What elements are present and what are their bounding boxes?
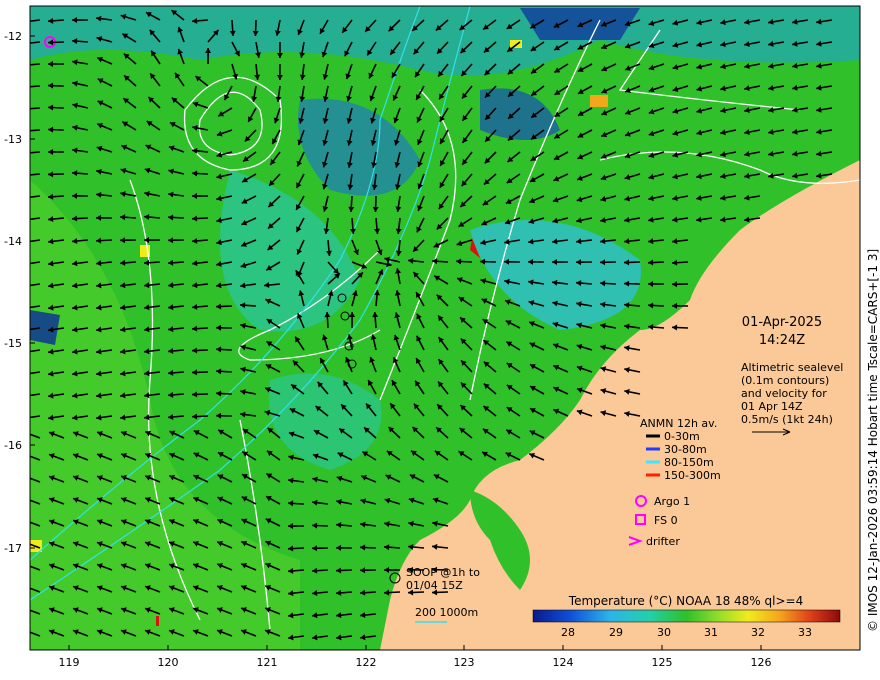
y-tick-label: -12 <box>4 30 22 43</box>
map-time: 14:24Z <box>759 333 805 348</box>
soop-label: SOOP @1h to <box>406 566 480 579</box>
colorbar-tick: 28 <box>561 626 575 639</box>
map-date: 01-Apr-2025 <box>742 315 822 330</box>
info-line: Altimetric sealevel <box>741 361 843 374</box>
legend-title: ANMN 12h av. <box>640 417 717 430</box>
x-tick-label: 124 <box>553 656 574 669</box>
info-line: 01 Apr 14Z <box>741 400 803 413</box>
x-tick-label: 125 <box>652 656 673 669</box>
drifter-label: drifter <box>646 535 680 548</box>
soop-label: 01/04 15Z <box>406 579 463 592</box>
copyright-caption: © IMOS 12-Jan-2026 03:59:14 Hobart time … <box>866 249 880 632</box>
info-line: (0.1m contours) <box>741 374 829 387</box>
y-tick-label: -16 <box>4 439 22 452</box>
y-tick-label: -14 <box>4 235 22 248</box>
y-tick-label: -17 <box>4 542 22 555</box>
x-tick-label: 123 <box>454 656 475 669</box>
fs-label: FS 0 <box>654 514 678 527</box>
info-line: and velocity for <box>741 387 827 400</box>
ocean-map: -12 -13 -14 -15 -16 -17 119 120 121 122 … <box>4 5 880 669</box>
colorbar-tick: 29 <box>609 626 623 639</box>
y-tick-label: -15 <box>4 337 22 350</box>
info-line: 0.5m/s (1kt 24h) <box>741 413 833 426</box>
x-tick-label: 121 <box>257 656 278 669</box>
x-tick-label: 122 <box>356 656 377 669</box>
colorbar-tick: 33 <box>798 626 812 639</box>
legend-label: 80-150m <box>664 456 714 469</box>
colorbar-tick: 32 <box>751 626 765 639</box>
argo-label: Argo 1 <box>654 495 690 508</box>
legend-label: 150-300m <box>664 469 721 482</box>
x-tick-label: 120 <box>158 656 179 669</box>
colorbar-title: Temperature (°C) NOAA 18 48% ql>=4 <box>568 594 803 608</box>
legend-label: 0-30m <box>664 430 700 443</box>
x-tick-label: 119 <box>59 656 80 669</box>
colorbar-tick: 31 <box>704 626 718 639</box>
colorbar-tick: 30 <box>657 626 671 639</box>
isobath-label: 200 1000m <box>415 606 478 619</box>
map-field <box>30 6 860 650</box>
x-tick-label: 126 <box>751 656 772 669</box>
y-tick-label: -13 <box>4 133 22 146</box>
legend-label: 30-80m <box>664 443 707 456</box>
